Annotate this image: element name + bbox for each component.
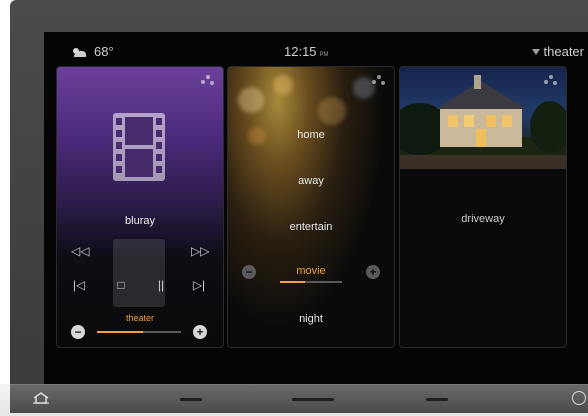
volume-zone-label: theater <box>125 313 155 323</box>
media-card[interactable]: bluray ◁◁ ▷▷ |◁ □ || ▷| theater − + <box>56 66 224 348</box>
volume-slider-fill <box>97 331 144 333</box>
scene-level-slider[interactable] <box>280 281 342 283</box>
dropdown-arrow-icon <box>531 48 540 55</box>
mode-entertain[interactable]: entertain <box>228 221 394 233</box>
hardware-button-3[interactable] <box>426 398 448 401</box>
camera-feed-image[interactable] <box>400 67 566 169</box>
temperature: 68° <box>94 44 114 59</box>
options-icon[interactable] <box>372 75 386 87</box>
clock: 12:15 PM <box>284 44 329 59</box>
power-icon[interactable] <box>572 391 586 405</box>
room-name: theater <box>543 44 584 59</box>
camera-name: driveway <box>461 213 505 225</box>
film-icon <box>113 113 165 181</box>
scene-decrease-button[interactable]: − <box>242 265 256 279</box>
volume-slider[interactable] <box>97 331 181 333</box>
skip-previous-button[interactable]: |◁ <box>71 279 87 291</box>
bokeh-light <box>318 97 346 125</box>
options-icon[interactable] <box>201 75 215 87</box>
home-icon[interactable] <box>32 391 50 405</box>
hardware-button-2[interactable] <box>292 398 334 401</box>
mode-night[interactable]: night <box>228 313 394 325</box>
pause-button[interactable]: || <box>153 279 169 291</box>
room-selector[interactable]: theater <box>531 44 584 59</box>
options-icon[interactable] <box>544 75 558 87</box>
mode-away[interactable]: away <box>228 175 394 187</box>
scene-increase-button[interactable]: + <box>366 265 380 279</box>
weather-widget[interactable]: 68° <box>70 44 114 59</box>
scene-level-fill <box>280 281 305 283</box>
bokeh-light <box>273 75 293 95</box>
hardware-button-1[interactable] <box>180 398 202 401</box>
source-label: bluray <box>125 215 155 227</box>
scenes-card[interactable]: home away entertain movie − + night <box>227 66 395 348</box>
bokeh-light <box>238 87 264 113</box>
skip-next-button[interactable]: ▷| <box>191 279 207 291</box>
rewind-button[interactable]: ◁◁ <box>71 245 89 257</box>
mode-home[interactable]: home <box>228 129 394 141</box>
hardware-button-bar <box>10 384 588 413</box>
touch-screen: 68° 12:15 PM theater bluray ◁◁ ▷▷ |◁ □ |… <box>44 32 588 384</box>
status-bar: 68° 12:15 PM theater <box>44 32 588 66</box>
fast-forward-button[interactable]: ▷▷ <box>191 245 209 257</box>
time: 12:15 <box>284 44 317 59</box>
stop-button[interactable]: □ <box>113 279 129 291</box>
volume-down-button[interactable]: − <box>71 325 85 339</box>
film-reflection-icon <box>113 239 165 307</box>
ampm: PM <box>319 52 329 58</box>
volume-up-button[interactable]: + <box>193 325 207 339</box>
partly-cloudy-icon <box>73 47 87 57</box>
camera-card[interactable]: driveway <box>399 66 567 348</box>
